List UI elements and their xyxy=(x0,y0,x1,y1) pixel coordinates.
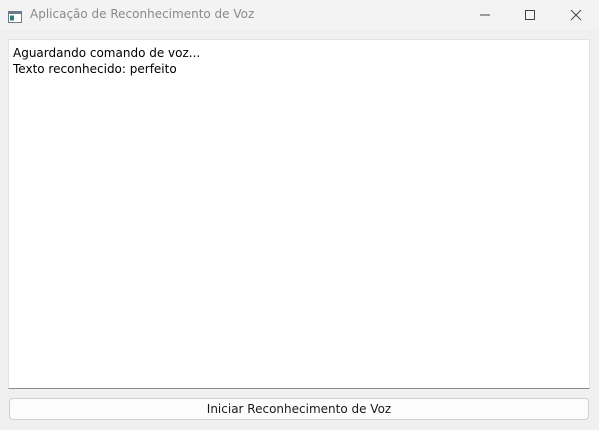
close-button[interactable] xyxy=(553,0,599,30)
minimize-button[interactable] xyxy=(462,0,508,30)
window-title: Aplicação de Reconhecimento de Voz xyxy=(30,7,255,21)
title-bar[interactable]: Aplicação de Reconhecimento de Voz xyxy=(0,0,599,30)
close-icon xyxy=(570,6,582,25)
status-line: Aguardando comando de voz... xyxy=(13,46,201,60)
start-recognition-button[interactable]: Iniciar Reconhecimento de Voz xyxy=(9,398,589,420)
minimize-icon xyxy=(479,6,491,25)
output-text-area[interactable]: Aguardando comando de voz... Texto recon… xyxy=(8,39,590,389)
window-app-icon xyxy=(8,8,22,23)
recognized-text-line: Texto reconhecido: perfeito xyxy=(13,62,177,76)
app-window: Aplicação de Reconhecimento de Voz Aguar… xyxy=(0,0,599,430)
maximize-button[interactable] xyxy=(507,0,553,30)
output-text: Aguardando comando de voz... Texto recon… xyxy=(9,40,589,77)
maximize-icon xyxy=(524,6,536,25)
